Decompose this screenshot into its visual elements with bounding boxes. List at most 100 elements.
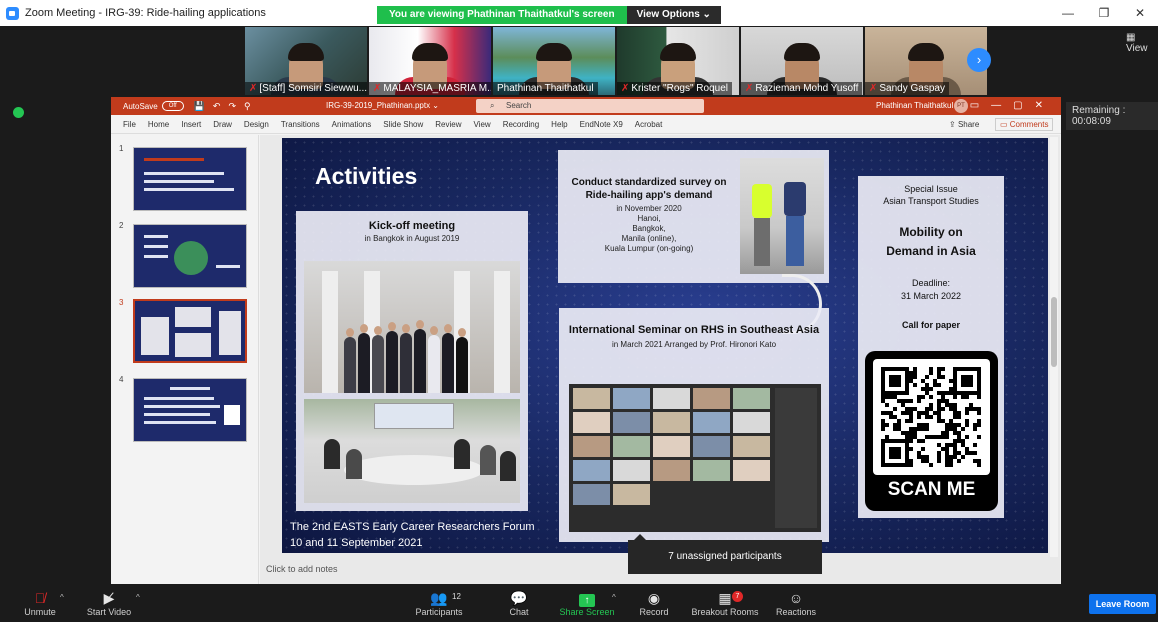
breakout-badge: 7	[732, 591, 743, 602]
ppt-window-controls[interactable]: ▭—▢✕	[970, 100, 1055, 111]
security-shield-icon[interactable]	[13, 107, 24, 118]
ppt-filename[interactable]: IRG-39-2019_Phathinan.pptx ⌄	[326, 101, 439, 110]
call-for-paper: Call for paper	[901, 320, 960, 330]
unassigned-tooltip: 7 unassigned participants	[628, 534, 822, 574]
close-button[interactable]: ✕	[1122, 0, 1158, 26]
participant-video[interactable]: ✗ Razieman Mohd Yusoff	[741, 27, 863, 95]
comments-button[interactable]: ▭ Comments	[995, 118, 1054, 131]
gallery-tile	[733, 412, 770, 433]
shared-powerpoint-window: AutoSave Off 💾↶↷⚲ IRG-39-2019_Phathinan.…	[111, 97, 1061, 584]
chevron-up-icon[interactable]: ^	[60, 593, 64, 602]
tab-recording[interactable]: Recording	[503, 120, 539, 129]
participant-video[interactable]: ✗ Krister "Rogs" Roquel	[617, 27, 739, 95]
slide-title: Activities	[315, 163, 418, 189]
survey-panel: Conduct standardized survey on Ride-hail…	[558, 150, 829, 283]
grid-icon: ▦	[1126, 32, 1136, 43]
tab-help[interactable]: Help	[551, 120, 567, 129]
share-screen-icon: ↑	[556, 589, 618, 607]
slide-thumbnail-4[interactable]	[133, 378, 247, 442]
gallery-tile	[573, 436, 610, 457]
zoom-meeting-window: Zoom Meeting - IRG-39: Ride-hailing appl…	[0, 0, 1158, 622]
zoom-gallery-screenshot	[569, 384, 821, 532]
record-button[interactable]: ◉ Record	[637, 589, 671, 617]
gallery-tile	[653, 436, 690, 457]
gallery-sidebar	[775, 388, 817, 528]
slide-footer-title: The 2nd EASTS Early Career Researchers F…	[290, 521, 535, 533]
video-off-icon: ▶̸	[103, 590, 115, 606]
tab-acrobat[interactable]: Acrobat	[635, 120, 663, 129]
leave-room-button[interactable]: Leave Room	[1089, 594, 1156, 614]
tab-draw[interactable]: Draw	[213, 120, 232, 129]
muted-mic-icon: ✗	[869, 83, 878, 94]
tab-home[interactable]: Home	[148, 120, 169, 129]
breakout-rooms-button[interactable]: ▦ Breakout Rooms 7	[688, 589, 762, 617]
notes-placeholder[interactable]: Click to add notes	[266, 564, 338, 574]
gallery-tile	[613, 460, 650, 481]
maximize-button[interactable]: ❐	[1086, 0, 1122, 26]
tab-design[interactable]: Design	[244, 120, 269, 129]
slide-thumbnail-2[interactable]	[133, 224, 247, 288]
tab-view[interactable]: View	[474, 120, 491, 129]
reactions-icon: ☺	[788, 590, 804, 606]
unmute-button[interactable]: 🎙̸ Unmute ^	[20, 589, 64, 617]
breakout-rooms-icon: ▦	[718, 590, 732, 606]
chevron-up-icon[interactable]: ^	[136, 593, 140, 602]
tab-review[interactable]: Review	[435, 120, 461, 129]
survey-line: in November 2020	[616, 204, 682, 213]
tab-animations[interactable]: Animations	[332, 120, 372, 129]
window-title: Zoom Meeting - IRG-39: Ride-hailing appl…	[25, 7, 266, 19]
avatar[interactable]: PT	[954, 99, 968, 113]
quick-access-icons[interactable]: 💾↶↷⚲	[194, 101, 259, 112]
participant-video[interactable]: ✗ [Staff] Somsiri Siewwu...	[245, 27, 367, 95]
survey-line: Kuala Lumpur (on-going)	[604, 244, 694, 253]
participant-name: [Staff] Somsiri Siewwu...	[259, 83, 367, 94]
share-screen-button[interactable]: ↑ Share Screen ^	[556, 589, 618, 617]
participant-video[interactable]: ✗ MALAYSIA_MASRIA M...	[369, 27, 491, 95]
slide-editor: Activities Kick-off meeting in Bangkok i…	[260, 135, 1060, 584]
participant-name: Phathinan Thaithatkul	[497, 83, 594, 94]
editor-scrollbar[interactable]	[1050, 137, 1058, 557]
search-icon: ⌕	[490, 101, 495, 110]
minimize-button[interactable]: —	[1050, 0, 1086, 26]
autosave-toggle[interactable]: Off	[161, 101, 184, 111]
slide-canvas[interactable]: Activities Kick-off meeting in Bangkok i…	[282, 138, 1048, 553]
viewing-text: You are viewing Phathinan Thaithatkul's …	[377, 6, 627, 24]
start-video-button[interactable]: ▶̸ Start Video ^	[84, 589, 140, 617]
tab-insert[interactable]: Insert	[181, 120, 201, 129]
slide-footer-date: 10 and 11 September 2021	[290, 537, 423, 549]
tab-transitions[interactable]: Transitions	[281, 120, 320, 129]
muted-mic-icon: ✗	[373, 83, 382, 94]
seminar-subtitle: in March 2021 Arranged by Prof. Hironori…	[611, 340, 777, 349]
view-options-button[interactable]: View Options ⌄	[626, 6, 721, 24]
participant-strip: ✗ [Staff] Somsiri Siewwu... ✗ MALAYSIA_MAS…	[245, 27, 987, 95]
slide-thumbnails-pane: 1 2 3 4	[111, 135, 259, 584]
slide-thumbnail-3[interactable]	[133, 299, 247, 363]
window-controls: — ❐ ✕	[1050, 0, 1158, 26]
tab-slide-show[interactable]: Slide Show	[383, 120, 423, 129]
deadline-date: 31 March 2022	[900, 291, 962, 301]
next-page-button[interactable]: ›	[967, 48, 991, 72]
reactions-button[interactable]: ☺ Reactions	[773, 589, 819, 617]
gallery-tile	[693, 436, 730, 457]
participant-video[interactable]: Phathinan Thaithatkul	[493, 27, 615, 95]
view-button[interactable]: ▦ View	[1126, 32, 1158, 54]
participant-name: Sandy Gaspay	[879, 83, 945, 94]
tab-file[interactable]: File	[123, 120, 136, 129]
gallery-tile	[733, 436, 770, 457]
participant-name: Razieman Mohd Yusoff	[755, 83, 859, 94]
scan-me-label: SCAN ME	[887, 479, 976, 500]
participants-button[interactable]: 👥 Participants 12	[412, 589, 466, 617]
tab-endnote[interactable]: EndNote X9	[580, 120, 623, 129]
chevron-up-icon[interactable]: ^	[612, 593, 616, 602]
gallery-tile	[653, 412, 690, 433]
special-title-line: Demand in Asia	[886, 244, 976, 258]
chat-button[interactable]: 💬 Chat	[505, 589, 533, 617]
comment-icon: ▭	[1000, 120, 1010, 129]
survey-line: Manila (online),	[621, 234, 677, 243]
seminar-panel: International Seminar on RHS in Southeas…	[559, 308, 829, 542]
slide-thumbnail-1[interactable]	[133, 147, 247, 211]
chat-icon: 💬	[510, 590, 528, 606]
chevron-right-icon: ›	[976, 52, 982, 67]
share-button[interactable]: ⇪ Share	[949, 120, 979, 129]
ppt-search-box[interactable]: ⌕ Search	[476, 99, 704, 113]
